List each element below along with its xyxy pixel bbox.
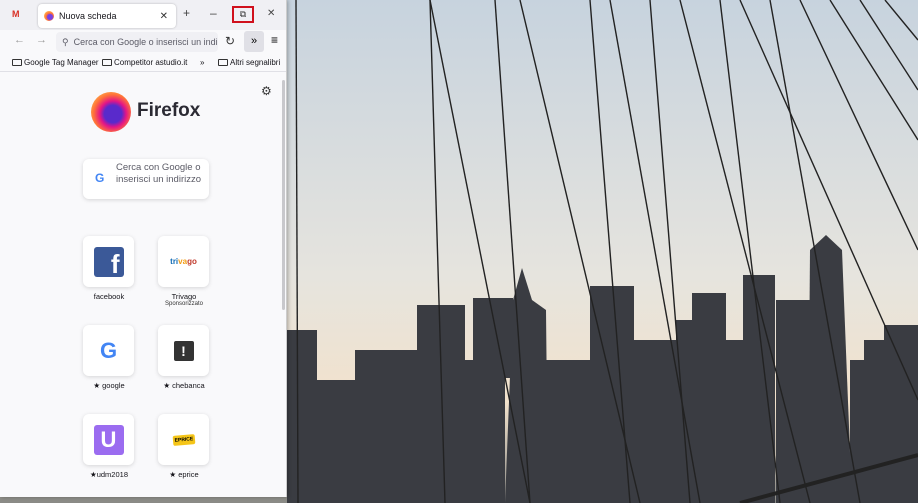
folder-icon (218, 59, 228, 66)
firefox-window: M Nuova scheda ✕ + – ⧉ ✕ ← → ⚲ Cerca con … (0, 0, 287, 497)
shortcut-label: facebook (93, 292, 125, 301)
gmail-icon[interactable]: M (12, 9, 20, 19)
firefox-wordmark: Firefox (137, 100, 201, 121)
overflow-button[interactable]: » (244, 31, 264, 52)
shortcut-label: ★ google (93, 381, 125, 390)
shortcut-eprice[interactable]: EPRICE ★ eprice (158, 414, 224, 479)
forward-button[interactable]: → (36, 34, 47, 46)
google-icon: G (99, 337, 118, 363)
firefox-logo (91, 92, 131, 132)
bookmarks-overflow-button[interactable]: » (200, 58, 204, 67)
shortcut-chebanca[interactable]: ! ★ chebanca (158, 325, 224, 390)
back-button[interactable]: ← (14, 34, 25, 46)
facebook-icon: f (93, 246, 124, 277)
shortcut-label: ★ eprice (169, 470, 199, 479)
settings-gear-icon[interactable]: ⚙ (261, 84, 272, 98)
shortcut-label: ★ chebanca (163, 381, 205, 390)
close-tab-icon[interactable]: ✕ (160, 11, 168, 22)
url-placeholder: Cerca con Google o inserisci un indirizz… (73, 37, 218, 47)
shortcut-facebook[interactable]: f facebook (83, 236, 149, 301)
bookmark-item[interactable]: Google Tag Manager (12, 58, 99, 67)
chebanca-icon: ! (173, 340, 194, 361)
menu-button[interactable]: ≡ (271, 33, 278, 47)
url-bar[interactable]: ⚲ Cerca con Google o inserisci un indiriz… (56, 32, 218, 52)
shortcut-udm2018[interactable]: U ★udm2018 (83, 414, 149, 479)
nav-bar: ← → ⚲ Cerca con Google o inserisci un ind… (0, 30, 286, 54)
shortcut-trivago[interactable]: trivago Trivago Sponsorizzato (158, 236, 224, 307)
firefox-icon (44, 11, 54, 21)
close-window-button[interactable]: ✕ (267, 8, 275, 19)
search-box[interactable]: G Cerca con Google o inserisci un indiriz… (83, 159, 209, 199)
search-icon: ⚲ (62, 36, 69, 47)
tab-new-tab[interactable]: Nuova scheda ✕ (38, 4, 176, 28)
tab-strip: M Nuova scheda ✕ + – ⧉ ✕ (0, 0, 286, 30)
bookmark-item[interactable]: Competitor astudio.it (102, 58, 187, 67)
restore-button[interactable]: ⧉ (232, 6, 254, 23)
trivago-logo: trivago (170, 257, 197, 266)
pin-icon: ★ (169, 470, 177, 479)
sponsored-label: Sponsorizzato (164, 301, 204, 307)
bookmark-item[interactable]: Altri segnalibri (218, 58, 280, 67)
pin-icon: ★ (163, 381, 171, 390)
shortcut-label: Trivago (171, 292, 197, 301)
udm-icon: U (93, 424, 124, 455)
eprice-icon: EPRICE (172, 433, 195, 446)
scrollbar[interactable] (282, 80, 285, 310)
folder-icon (102, 59, 112, 66)
minimize-button[interactable]: – (210, 6, 217, 20)
shortcut-label: ★udm2018 (89, 470, 128, 479)
bookmarks-bar: Google Tag Manager Competitor astudio.it… (0, 54, 286, 72)
google-icon: G (95, 171, 105, 185)
pin-icon: ★ (93, 381, 101, 390)
tab-title: Nuova scheda (59, 11, 117, 21)
shortcut-google[interactable]: G ★ google (83, 325, 149, 390)
new-tab-button[interactable]: + (183, 6, 190, 20)
pin-icon: ★ (89, 470, 97, 479)
search-placeholder: Cerca con Google o inserisci un indirizz… (116, 162, 202, 185)
reload-button[interactable]: ↻ (225, 34, 235, 48)
folder-icon (12, 59, 22, 66)
